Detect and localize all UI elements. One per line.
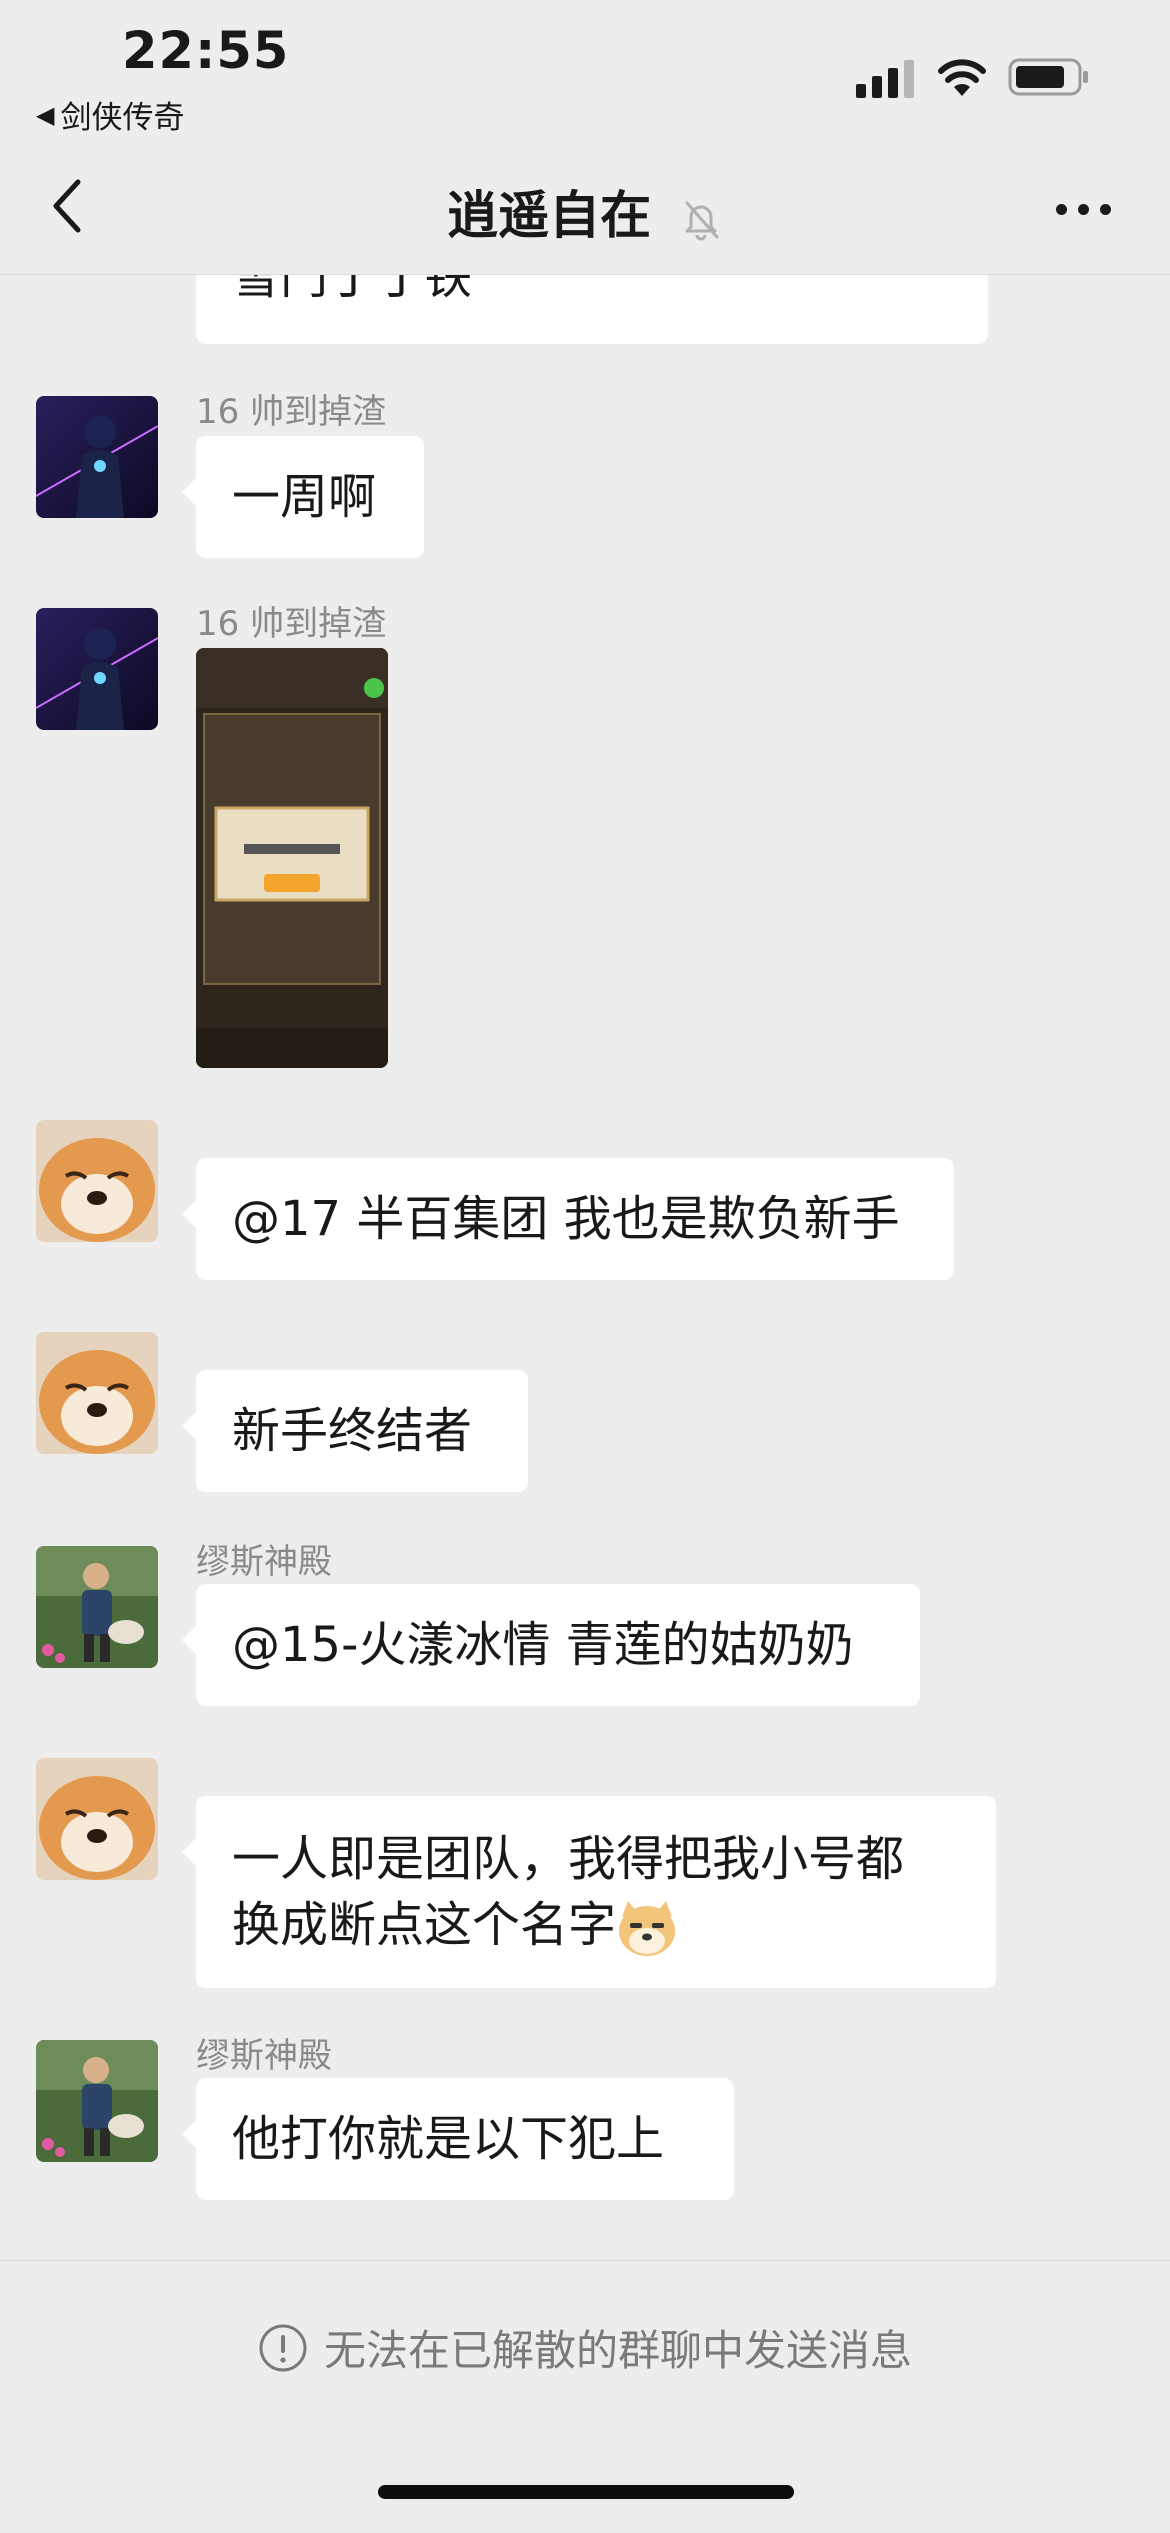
message-bubble[interactable]: 新手终结者 [182,1370,528,1492]
back-app-label: 剑侠传奇 [60,100,185,136]
bell-slash-icon [685,201,719,241]
message-bubble[interactable]: 雪门丁丁铁 [196,274,988,344]
sender-name: 16 帅到掉渣 [196,604,387,644]
message-text: 新手终结者 [232,1403,473,1459]
avatar[interactable] [36,1758,158,1880]
avatar[interactable] [36,1332,158,1454]
message-bubble[interactable]: @17 半百集团 我也是欺负新手 [182,1158,954,1280]
input-area-disabled: 无法在已解散的群聊中发送消息 [0,2260,1170,2533]
message-bubble[interactable]: @15-火漾冰情 青莲的姑奶奶 [182,1584,920,1706]
message-text: 他打你就是以下犯上 [232,2111,665,2167]
message-text-line-2: 换成断点这个名字 [232,1892,960,1959]
sender-name: 缪斯神殿 [196,1542,332,1582]
back-to-app-link[interactable]: ◀ 剑侠传奇 [36,92,184,137]
message-text-line-2-text: 换成断点这个名字 [232,1897,617,1953]
disbanded-notice: 无法在已解散的群聊中发送消息 [0,2317,1170,2378]
status-bar: 22:55 ◀ 剑侠传奇 [0,0,1170,140]
avatar[interactable] [36,1120,158,1242]
message-bubble[interactable]: 他打你就是以下犯上 [182,2078,734,2200]
message-text: 一周啊 [232,469,377,525]
notice-text: 无法在已解散的群聊中发送消息 [323,2326,912,2375]
avatar[interactable] [36,2040,158,2162]
clock: 22:55 [122,22,290,81]
wifi-icon [938,59,986,96]
message-text: 雪门丁丁铁 [232,274,473,305]
group-name: 逍遥自在 [447,187,652,246]
message-bubble[interactable]: 一周啊 [182,436,424,558]
avatar[interactable] [36,396,158,518]
avatar[interactable] [36,608,158,730]
message-bubble[interactable]: 一人即是团队，我得把我小号都 换成断点这个名字 [182,1796,996,1988]
message-list[interactable]: 雪门丁丁铁 16 帅到掉渣 一周啊 16 帅到掉渣 @17 半百集团 我也是欺负… [0,274,1170,2259]
battery-icon [1008,58,1088,96]
message-text: @15-火漾冰情 青莲的姑奶奶 [232,1617,854,1673]
chat-header: 逍遥自在 [0,140,1170,275]
message-text-line-1: 一人即是团队，我得把我小号都 [232,1831,905,1887]
image-message[interactable] [196,648,388,1068]
doge-emoji-icon [619,1901,676,1956]
avatar[interactable] [36,1546,158,1668]
sender-name: 缪斯神殿 [196,2036,332,2076]
sender-name: 16 帅到掉渣 [196,392,387,432]
info-circle-icon [259,2324,307,2371]
cellular-signal-icon [856,58,914,98]
chat-title: 逍遥自在 [0,174,1170,248]
home-indicator[interactable] [378,2485,794,2499]
back-triangle-icon: ◀ [36,100,55,129]
ellipsis-icon[interactable] [1056,204,1116,218]
message-text: @17 半百集团 我也是欺负新手 [232,1191,900,1247]
